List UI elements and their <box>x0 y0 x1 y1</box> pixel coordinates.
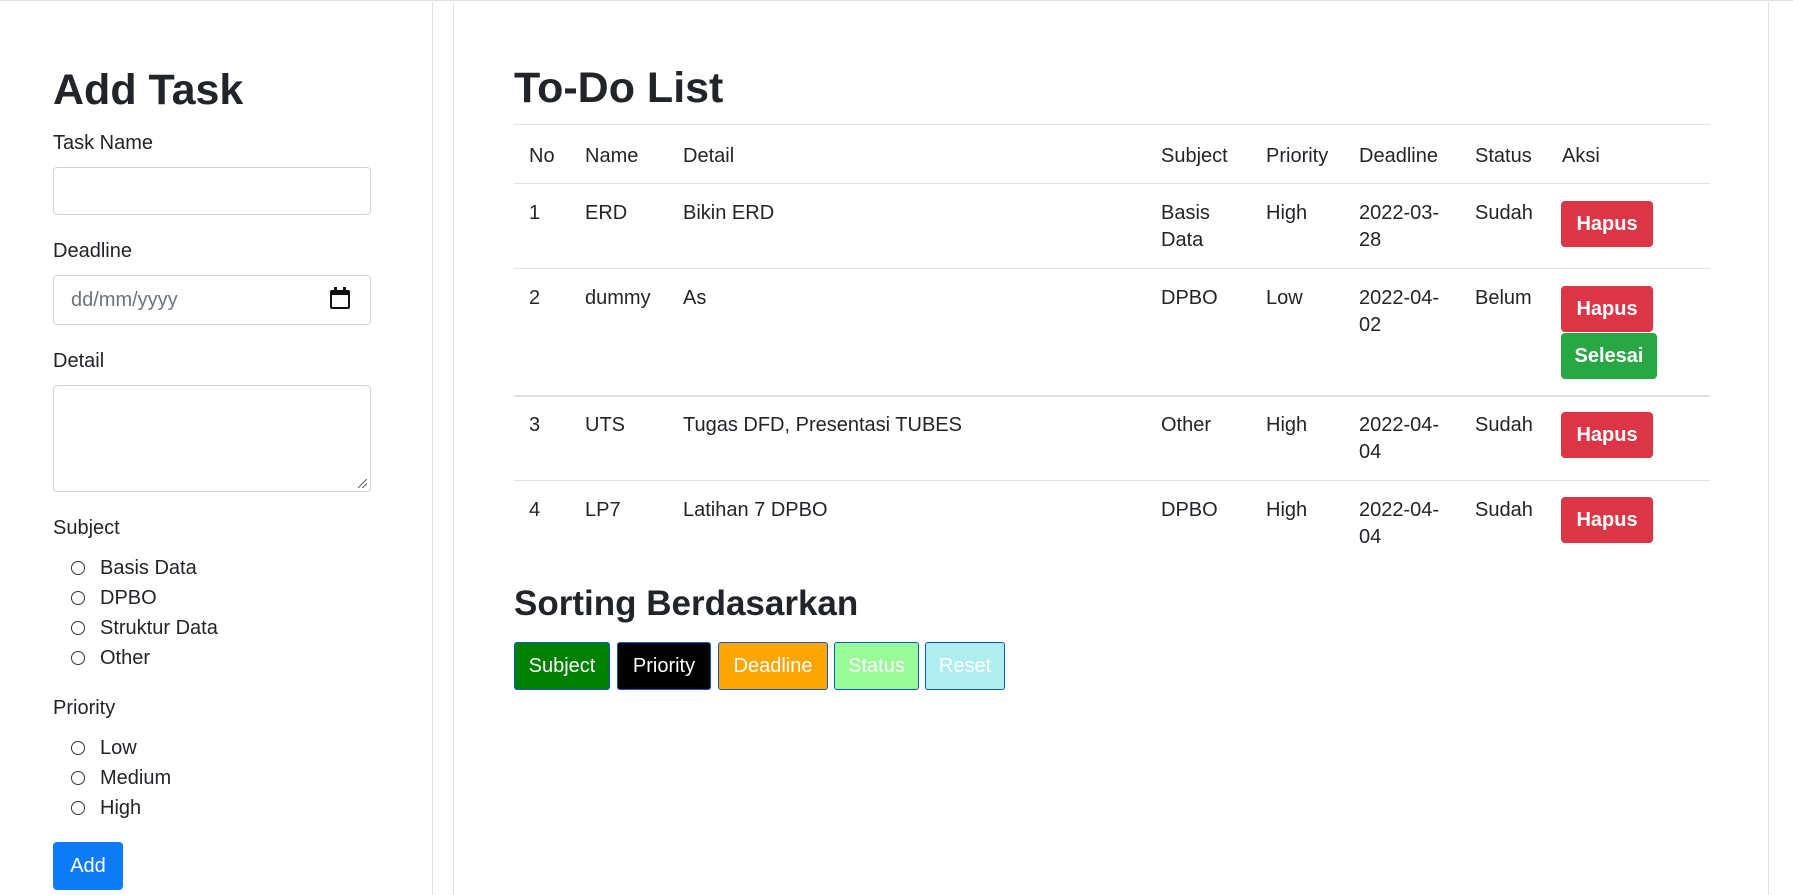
row-2-finish-button[interactable]: Selesai <box>1561 333 1657 379</box>
sort-reset-button[interactable]: Reset <box>925 642 1005 690</box>
header-no: No <box>529 145 555 167</box>
row-4-deadline: 2022-04- 04 <box>1359 499 1440 548</box>
subject-radio-basis-data[interactable]: Basis Data <box>71 555 197 581</box>
todo-list-title: To-Do List <box>514 64 724 112</box>
row-separator <box>514 480 1710 481</box>
row-1-deadline: 2022-03- 28 <box>1359 202 1440 251</box>
header-name: Name <box>585 145 639 167</box>
detail-textarea[interactable] <box>53 385 371 492</box>
header-aksi: Aksi <box>1562 145 1600 167</box>
row-3-priority: High <box>1266 414 1308 436</box>
add-task-title: Add Task <box>53 66 244 114</box>
table-header-border <box>514 183 1710 184</box>
row-2-name: dummy <box>585 287 651 309</box>
row-2-status: Belum <box>1475 287 1532 309</box>
sort-priority-button[interactable]: Priority <box>617 642 711 690</box>
row-1-priority: High <box>1266 202 1308 224</box>
header-deadline: Deadline <box>1359 145 1438 167</box>
radio-circle-icon[interactable] <box>71 741 85 755</box>
header-priority: Priority <box>1266 145 1329 167</box>
row-1-subject: Basis Data <box>1161 202 1210 251</box>
detail-label: Detail <box>53 350 105 372</box>
radio-circle-icon[interactable] <box>71 621 85 635</box>
priority-option-label: High <box>100 797 142 819</box>
radio-circle-icon[interactable] <box>71 561 85 575</box>
row-1-status: Sudah <box>1475 202 1533 224</box>
row-separator <box>514 268 1710 269</box>
row-3-name: UTS <box>585 414 625 436</box>
priority-option-label: Medium <box>100 767 172 789</box>
deadline-date-input[interactable]: dd/mm/yyyy <box>53 275 371 325</box>
row-1-detail: Bikin ERD <box>683 202 775 224</box>
row-1-no: 1 <box>529 202 541 224</box>
subject-option-label: Basis Data <box>100 557 197 579</box>
sort-status-button[interactable]: Status <box>834 642 919 690</box>
row-3-no: 3 <box>529 414 541 436</box>
priority-radio-high[interactable]: High <box>71 795 141 821</box>
sort-subject-button[interactable]: Subject <box>514 642 610 690</box>
table-top-border <box>514 124 1710 125</box>
subject-option-label: DPBO <box>100 587 157 609</box>
header-status: Status <box>1475 145 1532 167</box>
row-1-name: ERD <box>585 202 628 224</box>
priority-radio-low[interactable]: Low <box>71 735 137 761</box>
priority-label: Priority <box>53 697 116 719</box>
row-2-subject: DPBO <box>1161 287 1218 309</box>
row-1-delete-button[interactable]: Hapus <box>1561 201 1653 247</box>
subject-option-label: Other <box>100 647 151 669</box>
row-4-status: Sudah <box>1475 499 1533 521</box>
add-task-panel: Add Task Task Name Deadline dd/mm/yyyy D… <box>0 2 433 895</box>
header-subject: Subject <box>1161 145 1228 167</box>
row-3-subject: Other <box>1161 414 1212 436</box>
subject-radio-dpbo[interactable]: DPBO <box>71 585 157 611</box>
resize-grip-icon[interactable] <box>358 479 367 488</box>
radio-circle-icon[interactable] <box>71 801 85 815</box>
row-4-no: 4 <box>529 499 541 521</box>
subject-radio-struktur-data[interactable]: Struktur Data <box>71 615 218 641</box>
task-name-input[interactable] <box>53 167 371 215</box>
row-4-detail: Latihan 7 DPBO <box>683 499 828 521</box>
calendar-icon[interactable] <box>330 287 350 309</box>
radio-circle-icon[interactable] <box>71 591 85 605</box>
priority-option-label: Low <box>100 737 137 759</box>
row-3-status: Sudah <box>1475 414 1533 436</box>
header-detail: Detail <box>683 145 735 167</box>
subject-radio-other[interactable]: Other <box>71 645 150 671</box>
row-2-detail: As <box>683 287 707 309</box>
task-name-label: Task Name <box>53 132 154 154</box>
row-2-delete-button[interactable]: Hapus <box>1561 286 1653 332</box>
row-3-delete-button[interactable]: Hapus <box>1561 412 1653 458</box>
add-task-button[interactable]: Add <box>53 842 123 890</box>
radio-circle-icon[interactable] <box>71 651 85 665</box>
row-separator <box>514 395 1710 397</box>
sorting-title: Sorting Berdasarkan <box>514 584 859 623</box>
row-2-priority: Low <box>1266 287 1303 309</box>
subject-label: Subject <box>53 517 120 539</box>
row-4-name: LP7 <box>585 499 621 521</box>
deadline-label: Deadline <box>53 240 132 262</box>
row-3-deadline: 2022-04- 04 <box>1359 414 1440 463</box>
deadline-placeholder: dd/mm/yyyy <box>71 289 178 311</box>
radio-circle-icon[interactable] <box>71 771 85 785</box>
subject-option-label: Struktur Data <box>100 617 218 639</box>
row-4-delete-button[interactable]: Hapus <box>1561 497 1653 543</box>
row-2-no: 2 <box>529 287 541 309</box>
row-4-subject: DPBO <box>1161 499 1218 521</box>
priority-radio-medium[interactable]: Medium <box>71 765 171 791</box>
sort-deadline-button[interactable]: Deadline <box>718 642 828 690</box>
row-4-priority: High <box>1266 499 1308 521</box>
top-border <box>0 0 1793 1</box>
row-3-detail: Tugas DFD, Presentasi TUBES <box>683 414 962 436</box>
row-2-deadline: 2022-04- 02 <box>1359 287 1440 336</box>
